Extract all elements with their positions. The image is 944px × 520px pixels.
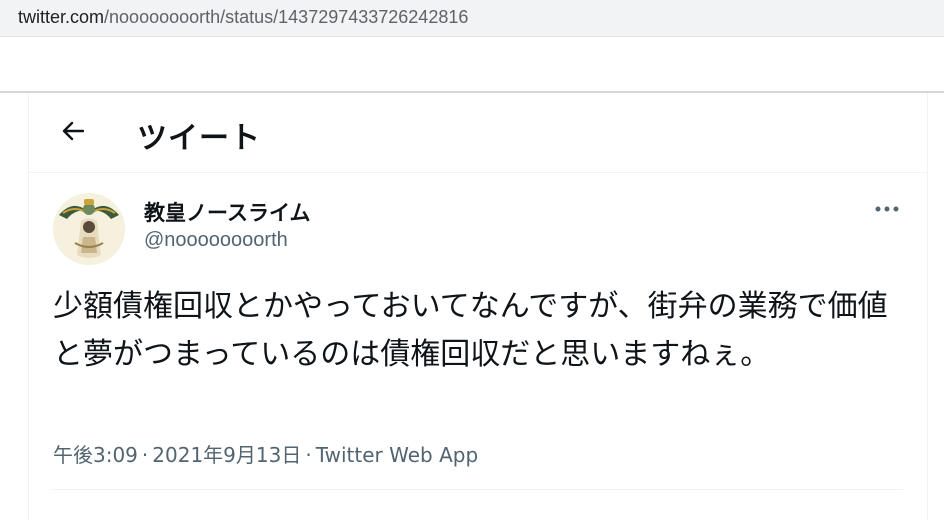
back-arrow-icon[interactable] [55,113,91,149]
url-path: /noooooooorth/status/1437297433726242816 [104,7,469,27]
url-host: twitter.com [18,7,105,27]
browser-address-bar[interactable]: twitter.com/noooooooorth/status/14372974… [0,0,944,37]
avatar[interactable] [53,193,125,265]
user-handle[interactable]: @noooooooorth [144,229,288,252]
tweet-date[interactable]: 2021年9月13日 [152,439,301,468]
display-name[interactable]: 教皇ノースライム [144,197,311,227]
tweet-source[interactable]: Twitter Web App [316,443,478,467]
tweet-column: ツイート 教皇ノースライム @noooooooorth 少額債権回収とかやってお… [28,93,928,520]
divider [53,489,903,490]
address-url[interactable]: twitter.com/noooooooorth/status/14372974… [18,7,468,28]
more-dots-icon[interactable] [869,195,905,223]
tweet-time[interactable]: 午後3:09 [53,439,138,468]
browser-toolbar-area [0,37,944,93]
page-title: ツイート [137,121,261,156]
meta-separator: · [305,443,312,467]
page-header: ツイート [29,93,927,173]
tweet-text: 少額債権回収とかやっておいてなんですが、街弁の業務で価値と夢がつまっているのは債… [53,289,888,372]
tweet-metadata: 午後3:09 · 2021年9月13日 · Twitter Web App [53,439,478,468]
meta-separator: · [141,443,149,467]
